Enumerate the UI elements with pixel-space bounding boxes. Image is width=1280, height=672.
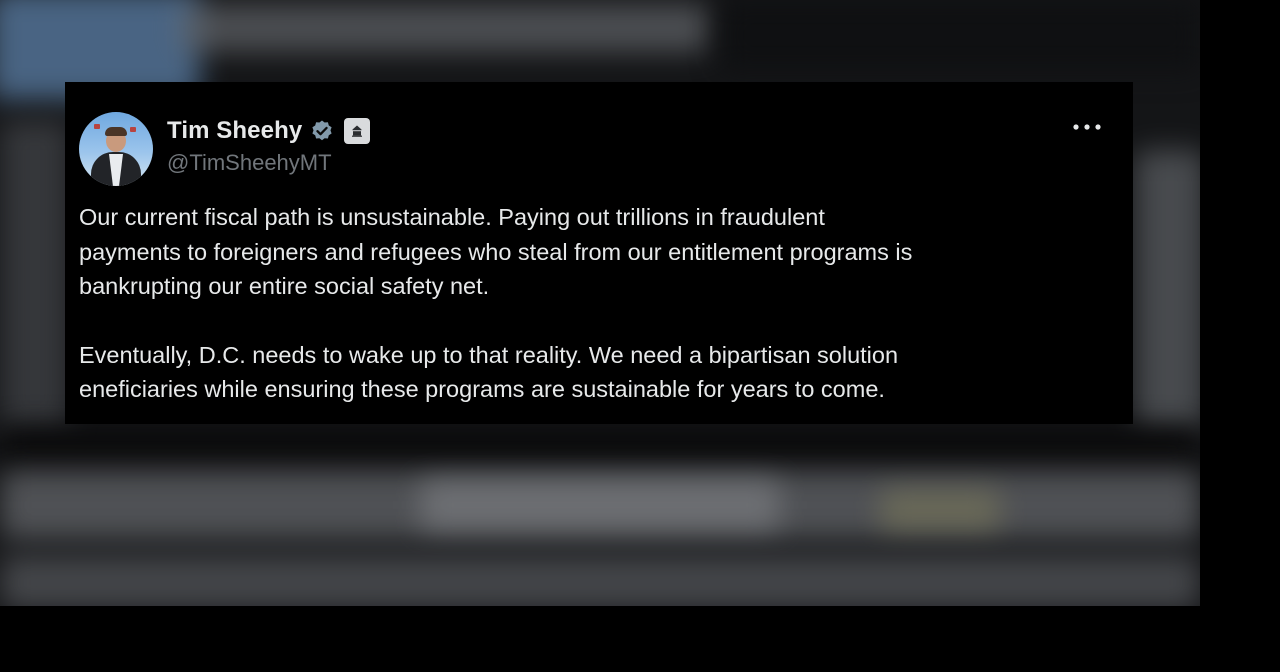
tweet-text-line: Eventually, D.C. needs to wake up to tha… [79,341,899,368]
author-name-row: Tim Sheehy [167,116,371,146]
background-blur [0,555,1200,606]
tweet-text: Our current fiscal path is unsustainable… [79,200,1119,407]
flag-icon [94,124,100,129]
more-options-icon [1073,124,1101,130]
tweet-text-line: bankrupting our entire social safety net… [79,273,490,299]
avatar[interactable] [79,112,153,186]
tweet-text-line: Our current fiscal path is unsustainable… [79,204,825,230]
author-display-name[interactable]: Tim Sheehy [167,117,302,145]
background-blur [880,490,1000,530]
background-blur [1135,150,1200,430]
avatar-hair [105,127,127,136]
tweet-text-line: eneficiaries while ensuring these progra… [79,376,885,402]
author-handle[interactable]: @TimSheehyMT [167,150,332,176]
government-affiliate-icon[interactable] [344,118,371,144]
verified-badge-icon [310,119,334,143]
background-blur [420,480,780,530]
tweet-paragraph: Eventually, D.C. needs to wake up to tha… [79,338,1119,407]
more-options-button[interactable] [1067,112,1107,142]
flag-icon [130,127,136,132]
tweet-paragraph: Our current fiscal path is unsustainable… [79,200,1119,304]
background-blur [720,0,1200,70]
tweet-card: Tim Sheehy @TimSheehyMT Our current fisc… [65,82,1133,424]
background-blur [0,120,70,430]
background-blur [180,4,710,52]
tweet-text-line: payments to foreigners and refugees who … [79,238,913,265]
background-blur [0,428,1200,468]
video-frame: Tim Sheehy @TimSheehyMT Our current fisc… [0,0,1280,672]
